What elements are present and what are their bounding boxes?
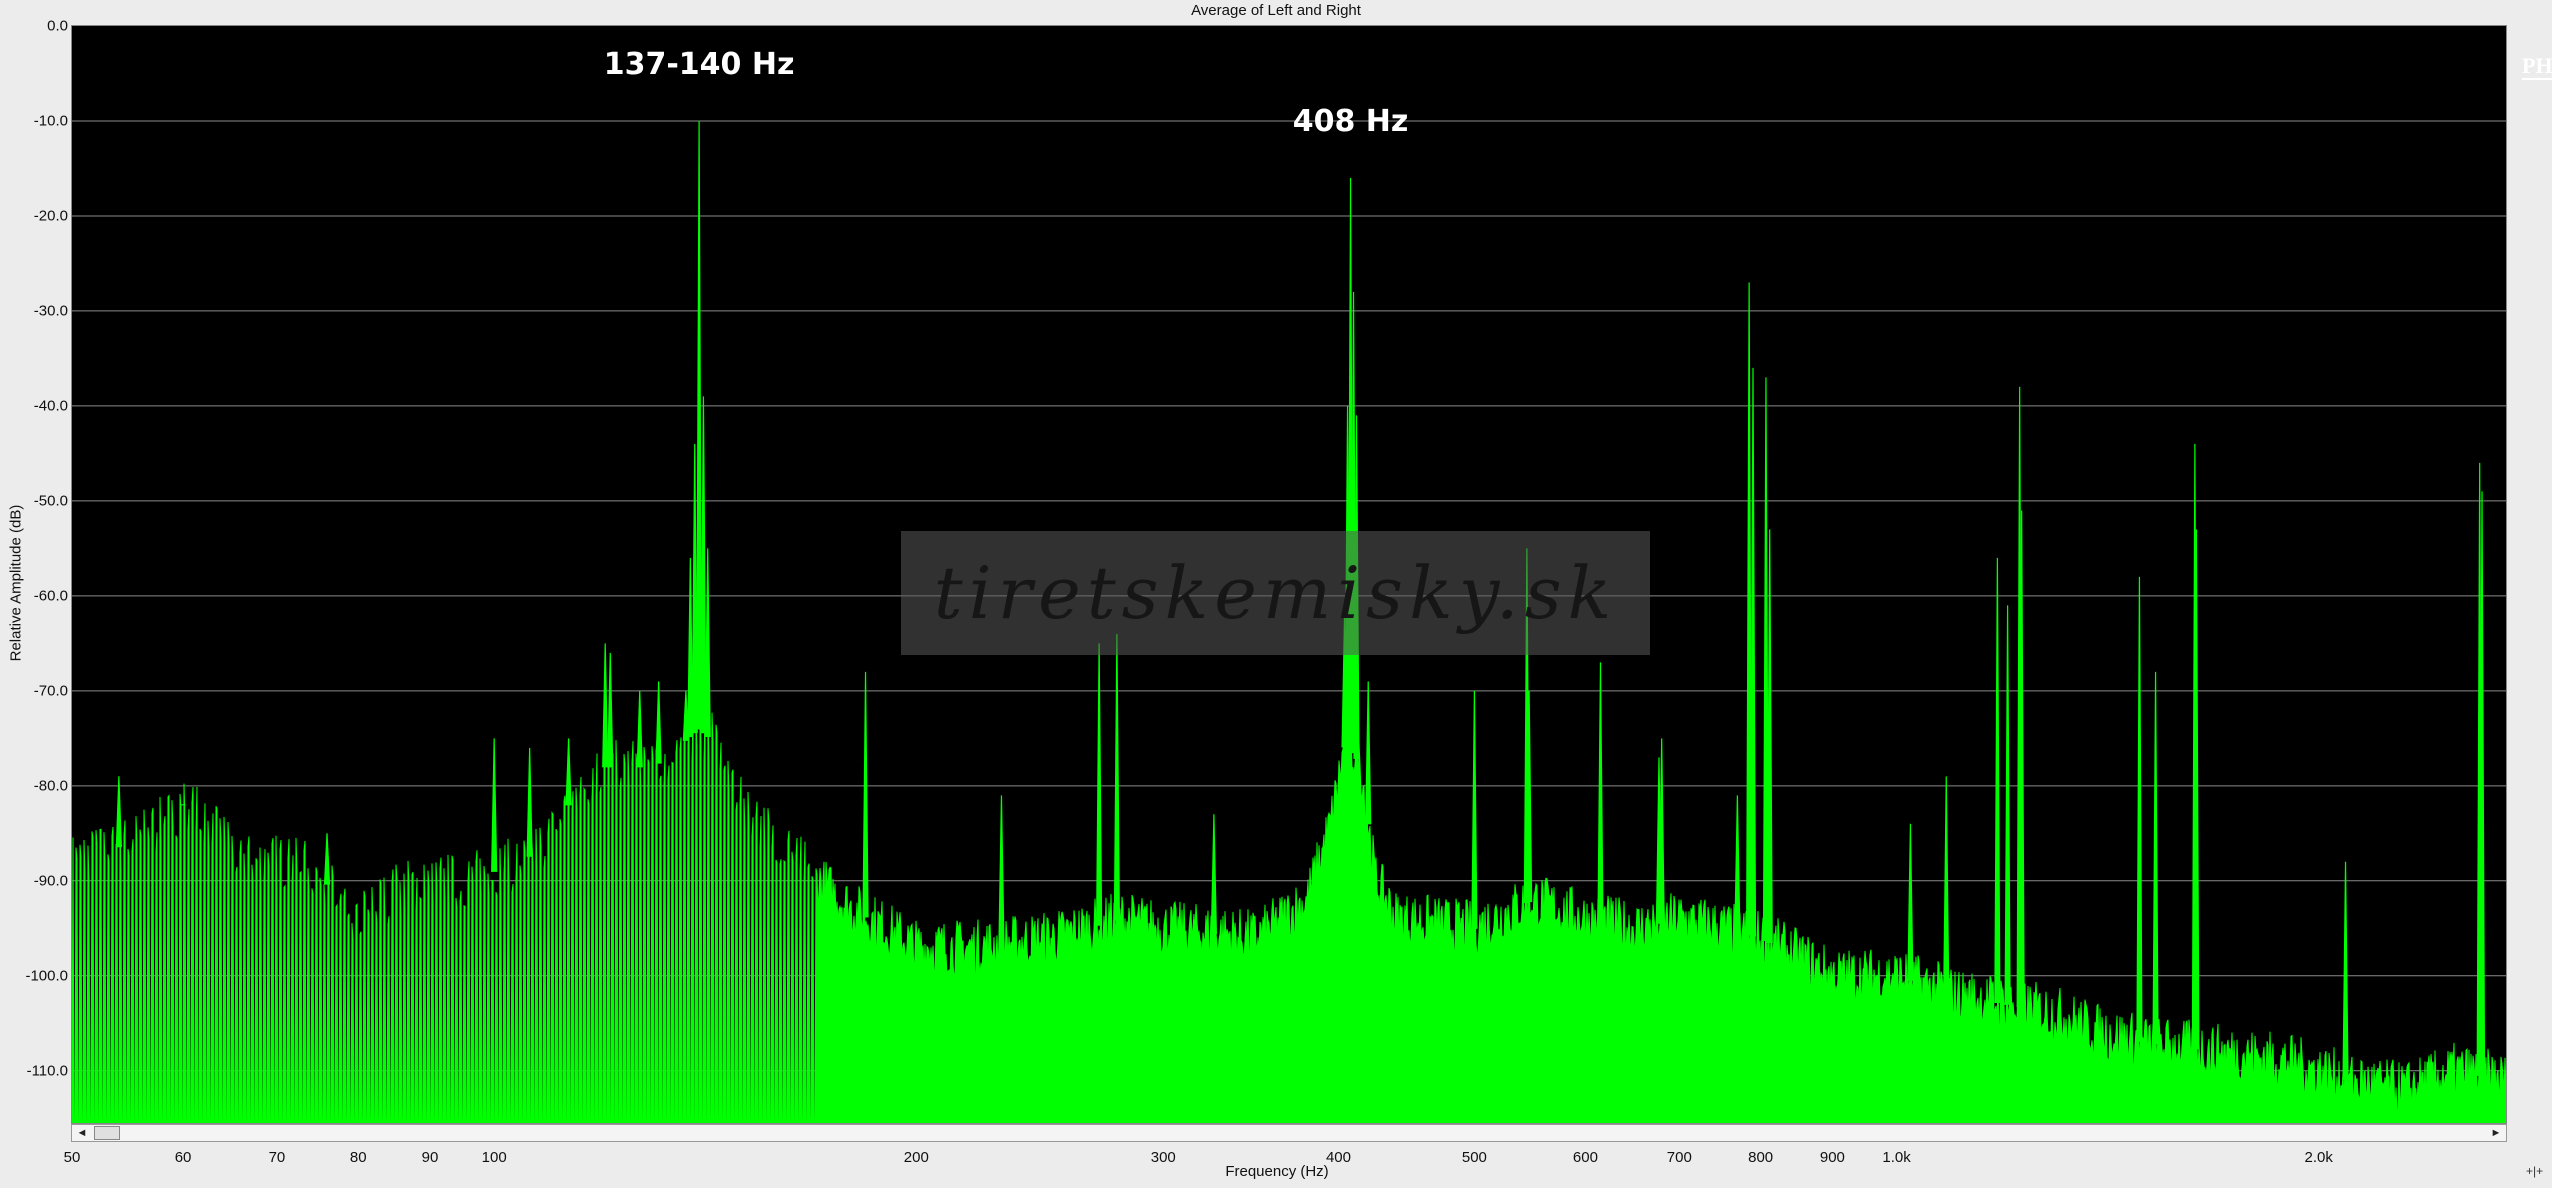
- y-tick-label: -20.0: [33, 207, 68, 225]
- peak-1200-hz: [2004, 605, 2011, 1005]
- x-tick-label: 1.0k: [1882, 1149, 1911, 1166]
- x-tick-label: 400: [1325, 1149, 1351, 1166]
- y-tick-label: -70.0: [33, 682, 68, 700]
- peak-121-hz: [607, 652, 614, 768]
- peak-1180-hz: [1994, 557, 2001, 1003]
- y-tick-label: -50.0: [33, 492, 68, 510]
- y-tick-label: -30.0: [33, 302, 68, 320]
- x-tick-label: 700: [1666, 1149, 1692, 1166]
- peak-1530-hz: [2152, 671, 2159, 1045]
- peak-326-hz: [1210, 814, 1218, 934]
- scroll-thumb[interactable]: [94, 1126, 120, 1140]
- peak-770-hz: [1734, 795, 1741, 933]
- peak-790-hz: [1749, 367, 1757, 937]
- peak-113-hz: [565, 738, 572, 806]
- corner-marker: +|+: [2526, 1164, 2544, 1178]
- scroll-left-button[interactable]: ◄: [73, 1126, 91, 1140]
- chart-title: Average of Left and Right: [1191, 2, 1361, 19]
- y-tick-label: -80.0: [33, 777, 68, 795]
- scroll-right-button[interactable]: ►: [2487, 1126, 2505, 1140]
- peak-1085-hz: [1943, 776, 1950, 993]
- x-tick-label: 100: [481, 1149, 507, 1166]
- y-tick-label: -40.0: [33, 397, 68, 415]
- y-tick-label: -110.0: [26, 1062, 68, 1080]
- x-tick-label: 70: [268, 1149, 286, 1166]
- x-axis-label: Frequency (Hz): [1225, 1163, 1329, 1180]
- peak-680-hz: [1658, 738, 1665, 924]
- peak-615-hz: [1597, 662, 1604, 923]
- y-tick-label: -60.0: [33, 587, 68, 605]
- peak-106-hz: [526, 747, 533, 857]
- peak-131-hz: [655, 681, 662, 764]
- y-axis-label: Relative Amplitude (dB): [7, 504, 25, 662]
- x-tick-label: 80: [349, 1149, 367, 1166]
- x-tick-label: 600: [1572, 1149, 1598, 1166]
- peak-120-hz: [602, 643, 609, 768]
- x-tick-label: 60: [174, 1149, 192, 1166]
- watermark: tiretskemisky.sk: [901, 531, 1650, 655]
- x-tick-label: 800: [1748, 1149, 1774, 1166]
- x-tick-label: 2.0k: [2304, 1149, 2333, 1166]
- peak-127-hz: [636, 690, 643, 768]
- y-tick-label: -10.0: [33, 112, 68, 130]
- x-tick-label: 300: [1150, 1149, 1176, 1166]
- annotation-408-hz: 408 Hz: [1292, 103, 1409, 139]
- peak-141-hz: [700, 396, 707, 734]
- y-tick-label: 0.0: [47, 17, 68, 35]
- peak-812-hz: [1766, 529, 1773, 943]
- peak-100-hz: [491, 738, 498, 872]
- peak-1023-hz: [1907, 823, 1914, 981]
- y-tick-label: -90.0: [33, 872, 68, 890]
- phs-logo: PHS: [2522, 54, 2552, 80]
- x-tick-label: 500: [1461, 1149, 1487, 1166]
- peak-230-hz: [998, 795, 1005, 945]
- peak-270-hz: [1096, 643, 1103, 926]
- peak-420-hz: [1365, 681, 1372, 825]
- x-tick-label: 900: [1819, 1149, 1845, 1166]
- x-tick-label: 90: [421, 1149, 439, 1166]
- peak-500-hz: [1471, 690, 1478, 929]
- x-tick-label: 200: [903, 1149, 929, 1166]
- horizontal-scrollbar[interactable]: ◄ ►: [71, 1124, 2507, 1142]
- peak-184-hz: [862, 671, 869, 918]
- peak-142-hz: [704, 548, 711, 738]
- annotation-137-140-hz: 137-140 Hz: [603, 46, 795, 82]
- x-tick-label: 50: [63, 1149, 81, 1166]
- peak-278-hz: [1113, 633, 1120, 921]
- peak-140-hz: [695, 120, 703, 730]
- peak-54-hz: [115, 776, 122, 848]
- peak-76-hz: [323, 833, 331, 885]
- peak-1490-hz: [2136, 576, 2143, 1042]
- y-tick-label: -100.0: [25, 967, 68, 985]
- peak-2090-hz: [2342, 861, 2349, 1080]
